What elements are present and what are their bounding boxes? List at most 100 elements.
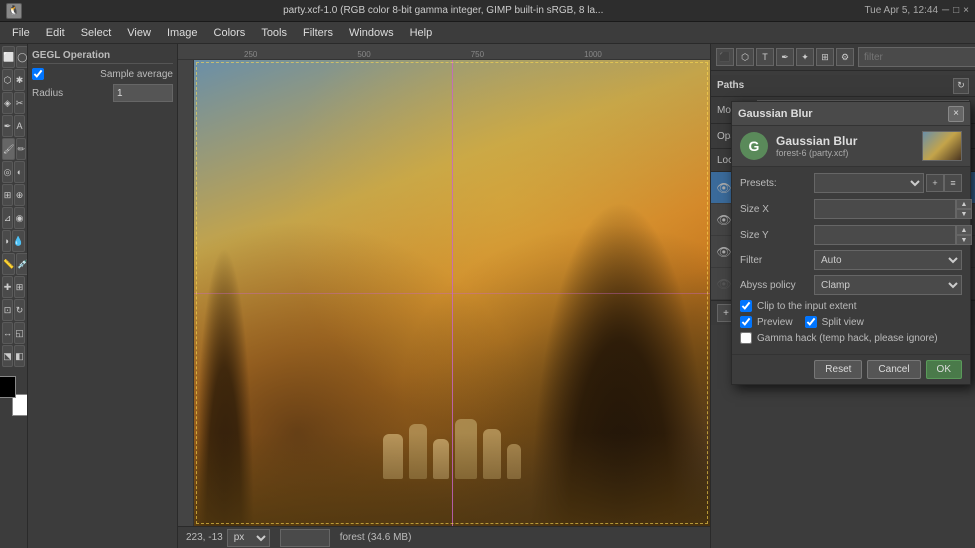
tool-move[interactable]: ✚ — [2, 276, 13, 298]
tool-smudge[interactable]: 💧 — [12, 230, 25, 252]
dialog-close-button[interactable]: × — [948, 106, 964, 122]
menu-select[interactable]: Select — [73, 25, 120, 41]
gaussian-blur-dialog[interactable]: Gaussian Blur × G Gaussian Blur forest-6… — [731, 101, 971, 385]
tool-crop[interactable]: ⊡ — [2, 299, 13, 321]
tool-align[interactable]: ⊞ — [14, 276, 25, 298]
unit-select[interactable]: px mm — [227, 529, 270, 547]
sample-average-checkbox[interactable] — [32, 68, 44, 80]
menu-edit[interactable]: Edit — [38, 25, 73, 41]
tool-options-header: GEGL Operation — [32, 48, 173, 64]
filter-icon-pattern[interactable]: ⬡ — [736, 48, 754, 66]
tool-measure[interactable]: 📏 — [2, 253, 15, 275]
tool-text[interactable]: A — [14, 115, 25, 137]
tool-pencil[interactable]: ✏ — [16, 138, 26, 160]
zoom-input[interactable]: 66.7% — [280, 529, 330, 547]
dialog-buttons: Reset Cancel OK — [732, 354, 970, 384]
filter-icon-text[interactable]: T — [756, 48, 774, 66]
menu-view[interactable]: View — [119, 25, 159, 41]
abyss-select[interactable]: Clamp — [814, 275, 962, 295]
maximize-icon[interactable]: □ — [953, 5, 959, 16]
clip-input-checkbox[interactable] — [740, 300, 752, 312]
filter-type-icons: ⬛ ⬡ T ✒ ✦ ⊞ ⚙ — [716, 48, 854, 66]
sample-average-row: Sample average — [32, 68, 173, 80]
title-bar-icons: 🐧 — [6, 3, 22, 19]
dialog-header: G Gaussian Blur forest-6 (party.xcf) — [732, 126, 970, 167]
presets-add-btn[interactable]: + — [926, 174, 944, 192]
tool-scale[interactable]: ↔ — [2, 322, 13, 344]
size-x-down[interactable]: ▼ — [956, 209, 972, 219]
ruler-left — [178, 60, 194, 526]
dialog-plugin-name: Gaussian Blur — [776, 134, 914, 148]
tool-ellipse-select[interactable]: ◯ — [16, 46, 28, 68]
filter-icon-settings[interactable]: ⚙ — [836, 48, 854, 66]
fg-bg-swatches[interactable] — [0, 376, 28, 416]
ruler-top: 250 500 750 1000 — [178, 44, 710, 60]
menu-help[interactable]: Help — [402, 25, 441, 41]
reset-button[interactable]: Reset — [814, 360, 862, 379]
close-icon[interactable]: × — [963, 5, 969, 16]
size-x-up[interactable]: ▲ — [956, 199, 972, 209]
tool-shear[interactable]: ◱ — [14, 322, 25, 344]
tool-perspective-clone[interactable]: ⊿ — [2, 207, 13, 229]
dialog-titlebar: Gaussian Blur × — [732, 102, 970, 126]
size-y-row: Size Y 14.24 ▲ ▼ — [740, 225, 962, 245]
menu-windows[interactable]: Windows — [341, 25, 402, 41]
filter-icon-fg[interactable]: ⬛ — [716, 48, 734, 66]
tool-paint[interactable]: 🖌 — [2, 138, 15, 160]
size-y-down[interactable]: ▼ — [956, 235, 972, 245]
presets-select[interactable] — [814, 173, 924, 193]
ok-button[interactable]: OK — [926, 360, 962, 379]
dialog-plugin-sub: forest-6 (party.xcf) — [776, 148, 914, 158]
canvas-area[interactable]: 250 500 750 1000 — [178, 44, 710, 548]
tool-heal[interactable]: ⊕ — [14, 184, 25, 206]
filter-search-input[interactable] — [858, 47, 975, 67]
tool-paths[interactable]: ✒ — [2, 115, 13, 137]
tool-rect-select[interactable]: ⬜ — [2, 46, 15, 68]
tool-blur[interactable]: ◉ — [14, 207, 25, 229]
paths-refresh-btn[interactable]: ↻ — [953, 78, 969, 94]
preview-checkbox[interactable] — [740, 316, 752, 328]
gamma-hack-row: Gamma hack (temp hack, please ignore) — [740, 332, 962, 344]
menu-colors[interactable]: Colors — [206, 25, 254, 41]
tool-clone[interactable]: ⊞ — [2, 184, 13, 206]
dialog-body: Presets: + ≡ Size X 14.24 ▲ — [732, 167, 970, 354]
tool-free-select[interactable]: ⬡ — [2, 69, 13, 91]
title-bar: 🐧 party.xcf-1.0 (RGB color 8-bit gamma i… — [0, 0, 975, 22]
left-toolbar: ⬜ ◯ ⬡ ✱ ◈ ✂ ✒ A 🖌 ✏ ◎ ◐ ⊞ ⊕ ⊿ ◉ — [0, 44, 28, 548]
size-x-input[interactable]: 14.24 — [814, 199, 956, 219]
gamma-hack-checkbox[interactable] — [740, 332, 752, 344]
size-y-input[interactable]: 14.24 — [814, 225, 956, 245]
fg-color-swatch[interactable] — [0, 376, 16, 398]
filter-icon-stroke[interactable]: ✒ — [776, 48, 794, 66]
tool-fuzzy-select[interactable]: ✱ — [14, 69, 25, 91]
tool-rotate[interactable]: ↻ — [14, 299, 25, 321]
canvas-content[interactable] — [194, 60, 710, 526]
tool-ink[interactable]: ◐ — [14, 161, 25, 183]
size-y-up[interactable]: ▲ — [956, 225, 972, 235]
size-x-label: Size X — [740, 204, 810, 215]
menu-file[interactable]: File — [4, 25, 38, 41]
tool-color-picker[interactable]: 💉 — [16, 253, 28, 275]
menu-tools[interactable]: Tools — [253, 25, 295, 41]
cancel-button[interactable]: Cancel — [867, 360, 920, 379]
minimize-icon[interactable]: ─ — [942, 5, 949, 16]
split-view-checkbox[interactable] — [805, 316, 817, 328]
radius-input[interactable]: 1 — [113, 84, 173, 102]
menu-image[interactable]: Image — [159, 25, 206, 41]
tool-scissors[interactable]: ✂ — [14, 92, 25, 114]
radius-label: Radius — [32, 88, 63, 99]
tool-flip[interactable]: ⬔ — [2, 345, 13, 367]
app-icon: 🐧 — [6, 3, 22, 19]
tool-perspective[interactable]: ◧ — [14, 345, 25, 367]
filter-icon-more[interactable]: ⊞ — [816, 48, 834, 66]
tool-by-color[interactable]: ◈ — [2, 92, 13, 114]
tool-airbrush[interactable]: ◎ — [2, 161, 13, 183]
presets-menu-btn[interactable]: ≡ — [944, 174, 962, 192]
filter-icon-star[interactable]: ✦ — [796, 48, 814, 66]
menu-filters[interactable]: Filters — [295, 25, 341, 41]
size-y-input-group: 14.24 ▲ ▼ — [814, 225, 972, 245]
tool-dodge-burn[interactable]: ◑ — [2, 230, 11, 252]
split-view-row: Split view — [805, 316, 864, 328]
main-layout: ⬜ ◯ ⬡ ✱ ◈ ✂ ✒ A 🖌 ✏ ◎ ◐ ⊞ ⊕ ⊿ ◉ — [0, 44, 975, 548]
filter-select[interactable]: Auto — [814, 250, 962, 270]
